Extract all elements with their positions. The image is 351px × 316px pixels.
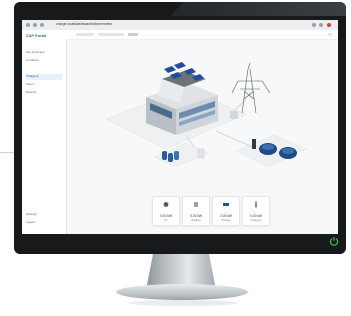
breadcrumb[interactable] bbox=[128, 33, 138, 36]
reload-icon[interactable] bbox=[40, 23, 44, 27]
monitor-screen: charge.local/dashboard/site/overview ZAP… bbox=[22, 20, 338, 234]
energy-card-charging[interactable]: 0.00 kW Charging bbox=[242, 196, 270, 226]
sidebar-item-users[interactable]: Users bbox=[26, 82, 62, 88]
sidebar-item-logout[interactable]: Logout bbox=[26, 220, 62, 226]
sidebar-item-site-overview[interactable]: Site Overview bbox=[26, 50, 62, 56]
back-icon[interactable] bbox=[26, 23, 30, 27]
card-label: Storage bbox=[221, 219, 231, 222]
ev-charger-icon bbox=[252, 139, 256, 149]
more-icon[interactable] bbox=[328, 33, 332, 36]
site-illustration bbox=[105, 62, 307, 168]
forward-icon[interactable] bbox=[33, 23, 37, 27]
breadcrumb[interactable] bbox=[98, 33, 124, 36]
meter-box-icon bbox=[230, 111, 238, 119]
sidebar-item-reports[interactable]: Reports bbox=[26, 90, 62, 96]
card-value: 0.00 kW bbox=[250, 214, 262, 218]
solar-inverter-icon bbox=[163, 202, 169, 207]
card-label: PV bbox=[164, 219, 168, 222]
energy-card-storage[interactable]: 0.00 kW Storage bbox=[212, 196, 240, 226]
monitor-shadow bbox=[128, 300, 238, 306]
sidebar-item-settings[interactable]: Settings bbox=[26, 212, 62, 218]
monitor-gloss bbox=[170, 2, 346, 16]
app-title: ZAP Portal bbox=[26, 33, 47, 38]
extensions-icon[interactable] bbox=[319, 23, 323, 27]
breadcrumb[interactable] bbox=[76, 33, 94, 36]
energy-card-pv[interactable]: 0.00 kW PV bbox=[152, 196, 180, 226]
sidebar: ZAP Portal Site Overview Locations Charg… bbox=[22, 30, 67, 234]
card-value: 0.00 kW bbox=[220, 214, 232, 218]
card-value: 0.00 kW bbox=[160, 214, 172, 218]
sidebar-item-chargers[interactable]: Chargers bbox=[26, 74, 62, 80]
ev-charger-icon bbox=[255, 201, 257, 208]
sidebar-item-locations[interactable]: Locations bbox=[26, 58, 62, 64]
meter-icon bbox=[194, 202, 198, 207]
monitor-stand-base bbox=[116, 284, 248, 300]
battery-icon bbox=[223, 203, 229, 206]
card-value: 0.00 kW bbox=[190, 214, 202, 218]
card-label: Charging bbox=[250, 219, 262, 222]
card-label: Building bbox=[191, 219, 201, 222]
ev-car-icon bbox=[279, 147, 297, 159]
power-icon[interactable] bbox=[329, 236, 339, 246]
bookmark-icon[interactable] bbox=[312, 23, 316, 27]
energy-card-building[interactable]: 0.00 kW Building bbox=[182, 196, 210, 226]
ev-car-icon bbox=[259, 143, 277, 155]
address-bar[interactable]: charge.local/dashboard/site/overview bbox=[56, 22, 112, 26]
profile-icon[interactable] bbox=[327, 23, 331, 27]
power-pylon-icon bbox=[231, 62, 271, 114]
